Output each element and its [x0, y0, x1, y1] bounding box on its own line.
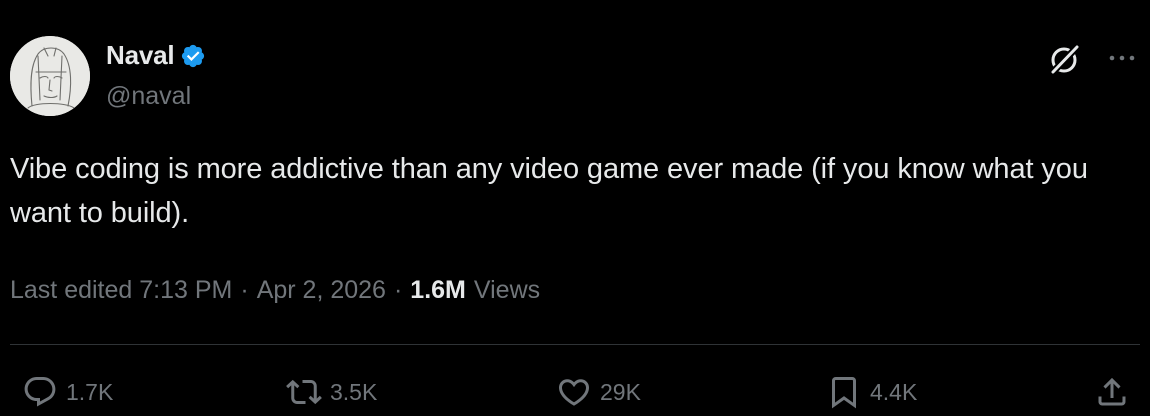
tweet-meta: Last edited 7:13 PM · Apr 2, 2026 · 1.6M…: [10, 276, 540, 305]
bookmark-count: 4.4K: [870, 378, 918, 405]
views-label: Views: [473, 276, 541, 304]
repost-button[interactable]: 3.5K: [286, 374, 377, 410]
share-button[interactable]: [1094, 374, 1130, 410]
bookmark-icon: [832, 377, 856, 409]
share-icon: [1098, 377, 1126, 406]
author-handle[interactable]: @naval: [106, 82, 191, 111]
verified-badge-icon[interactable]: [180, 43, 206, 69]
avatar[interactable]: [10, 36, 90, 116]
divider: [10, 344, 1140, 345]
reply-icon: [24, 377, 56, 407]
more-dots-icon[interactable]: [1104, 48, 1140, 68]
heart-icon: [558, 379, 590, 406]
grok-icon[interactable]: [1048, 42, 1082, 76]
repost-count: 3.5K: [330, 378, 378, 405]
meta-separator: ·: [240, 276, 249, 304]
views-count: 1.6M: [410, 276, 466, 304]
like-count: 29K: [600, 378, 641, 405]
bookmark-button[interactable]: 4.4K: [826, 374, 917, 410]
meta-separator: ·: [393, 276, 403, 304]
repost-icon: [286, 379, 322, 405]
author-display-name[interactable]: Naval: [106, 40, 175, 71]
author-name-row: Naval: [106, 40, 206, 71]
reply-button[interactable]: 1.7K: [22, 374, 113, 410]
edited-timestamp-link[interactable]: Last edited 7:13 PM: [10, 276, 232, 305]
tweet-text: Vibe coding is more addictive than any v…: [10, 153, 1088, 229]
like-button[interactable]: 29K: [556, 374, 641, 410]
reply-count: 1.7K: [66, 378, 114, 405]
tweet-date[interactable]: Apr 2, 2026: [257, 276, 386, 305]
sketch-portrait-icon: [10, 36, 90, 116]
tweet-card: Naval @naval Vibe coding is more addicti…: [0, 0, 1150, 416]
